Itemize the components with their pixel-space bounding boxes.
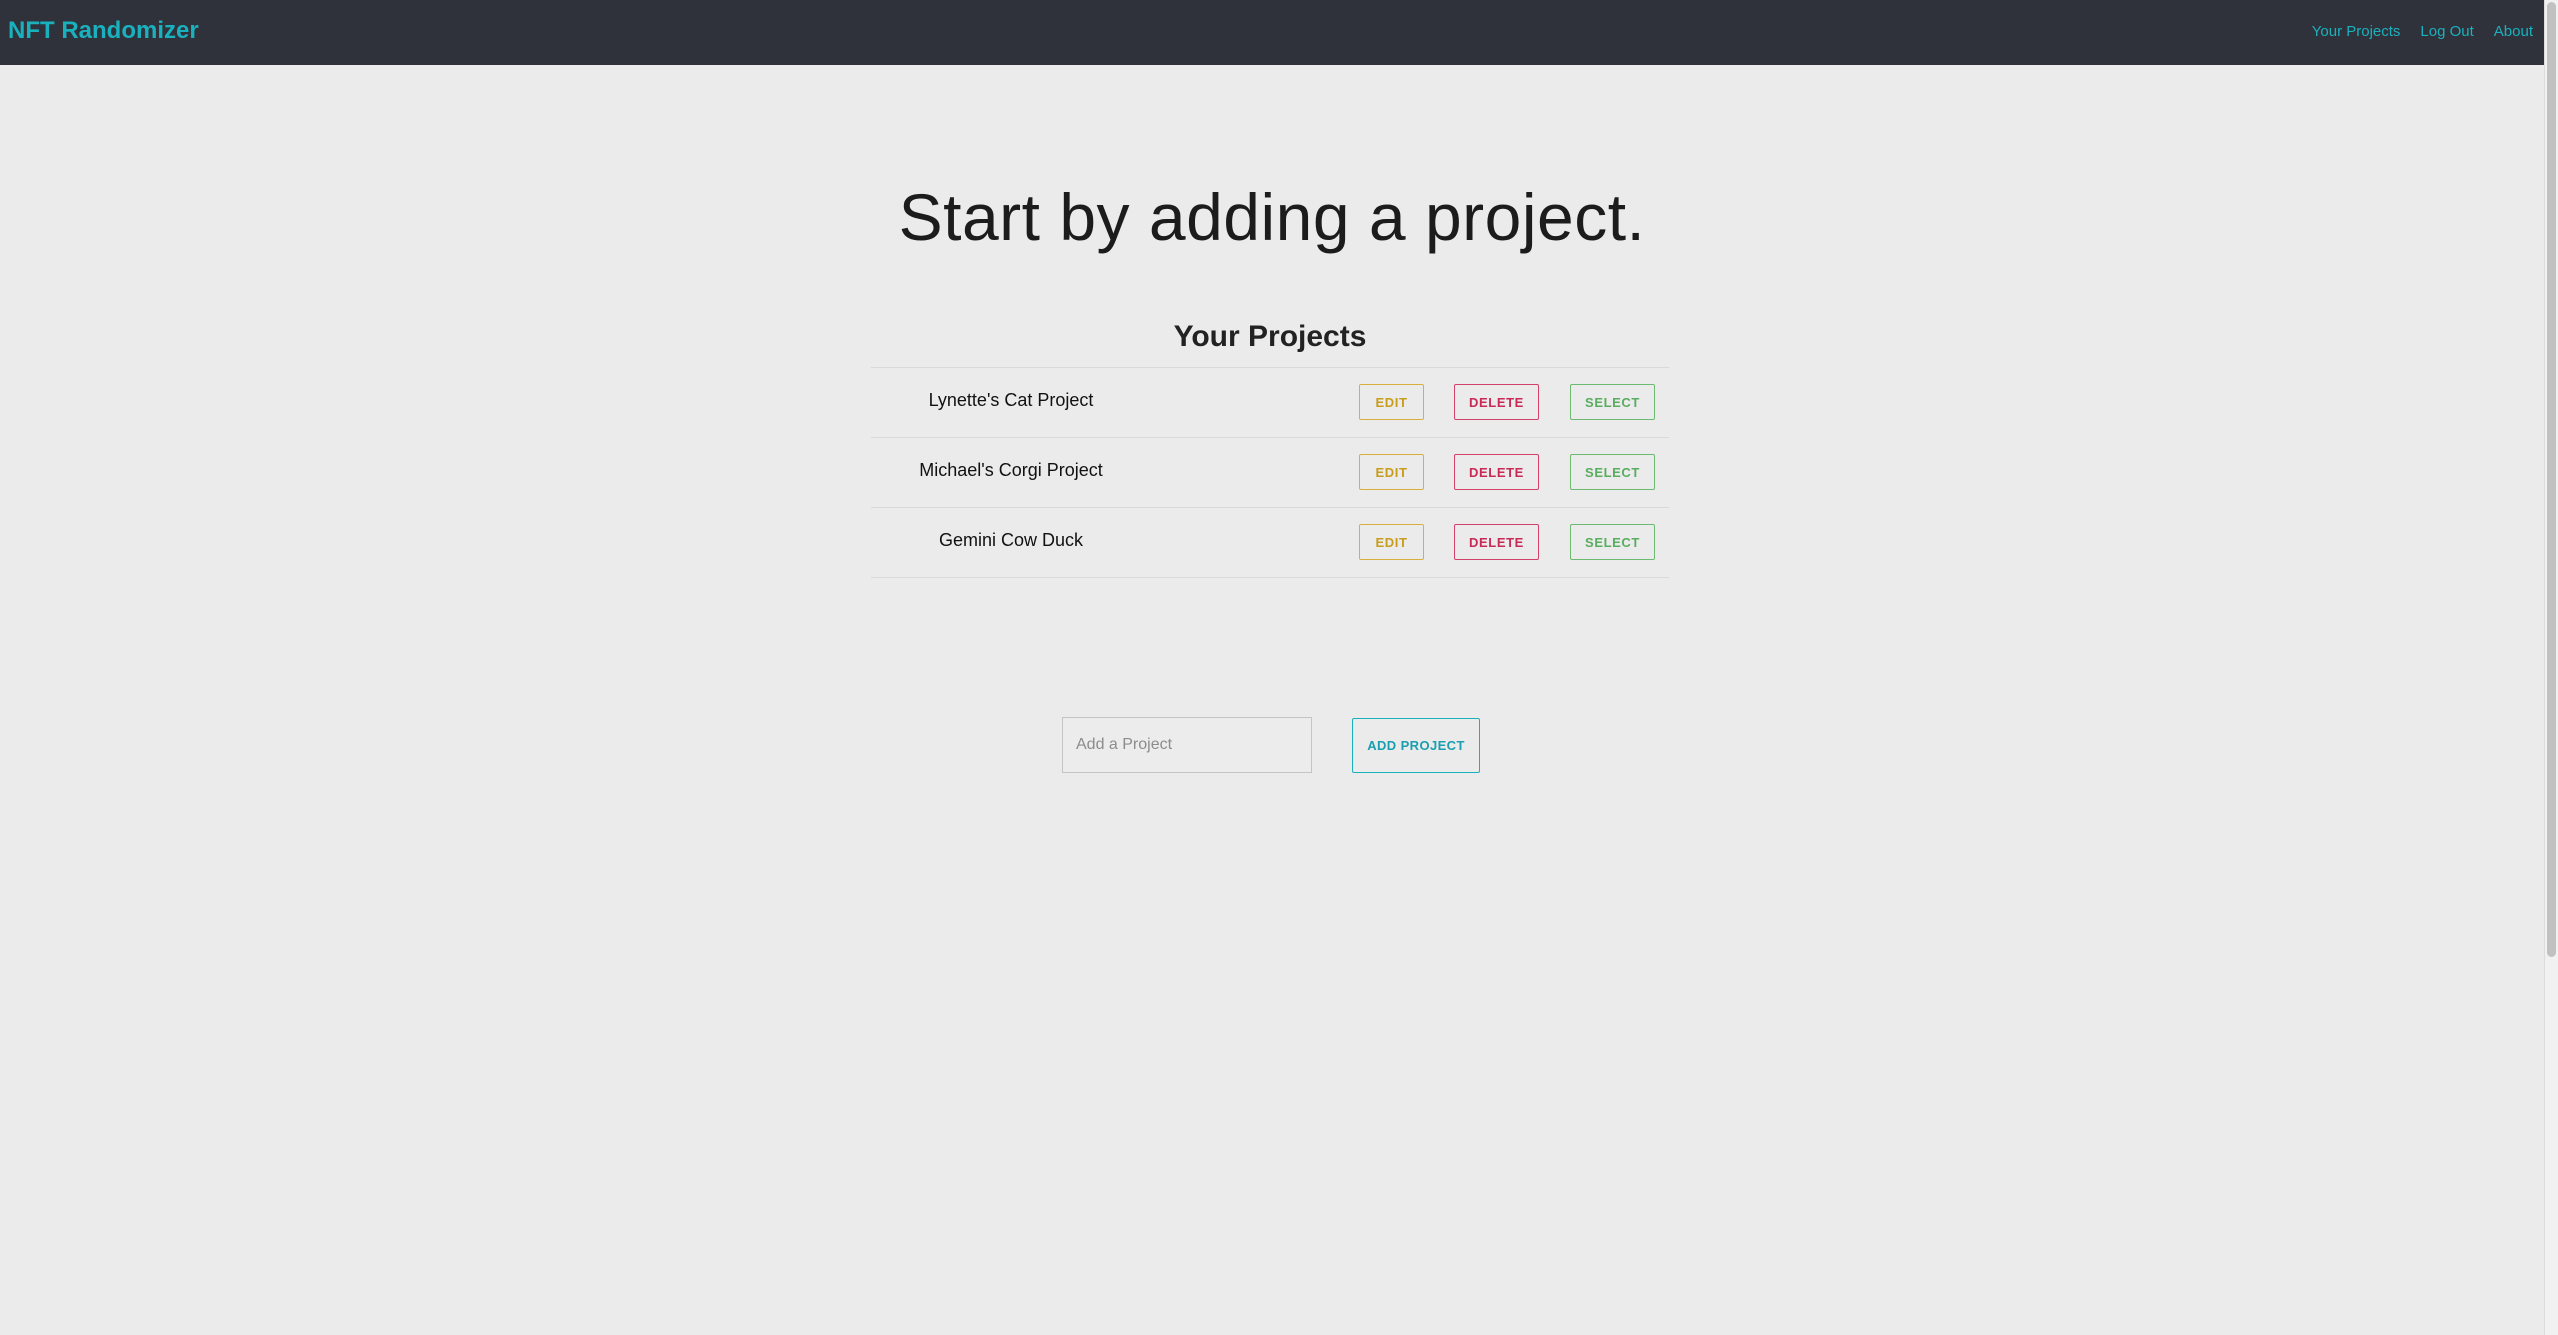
top-navbar: NFT Randomizer Your Projects Log Out Abo… [0,0,2544,65]
brand-logo-link[interactable]: NFT Randomizer [8,16,199,46]
select-button[interactable]: SELECT [1570,524,1655,560]
project-row: Gemini Cow Duck EDIT DELETE SELECT [871,507,1669,578]
delete-button[interactable]: DELETE [1454,524,1539,560]
project-name: Lynette's Cat Project [928,390,1094,410]
nav-link-log-out[interactable]: Log Out [2420,22,2473,42]
select-button[interactable]: SELECT [1570,384,1655,420]
edit-button[interactable]: EDIT [1359,384,1424,420]
nav-links: Your Projects Log Out About [2312,22,2533,42]
page: NFT Randomizer Your Projects Log Out Abo… [0,0,2558,1335]
add-project-button[interactable]: ADD PROJECT [1352,718,1480,773]
vertical-scrollbar[interactable] [2544,0,2558,1335]
nav-link-about[interactable]: About [2494,22,2533,42]
nav-link-your-projects[interactable]: Your Projects [2312,22,2401,42]
select-button[interactable]: SELECT [1570,454,1655,490]
project-name: Gemini Cow Duck [938,530,1084,550]
projects-heading: Your Projects [1173,320,1367,353]
edit-button[interactable]: EDIT [1359,454,1424,490]
delete-button[interactable]: DELETE [1454,384,1539,420]
project-row: Michael's Corgi Project EDIT DELETE SELE… [871,437,1669,507]
edit-button[interactable]: EDIT [1359,524,1424,560]
delete-button[interactable]: DELETE [1454,454,1539,490]
scrollbar-thumb[interactable] [2547,2,2556,957]
page-title: Start by adding a project. [898,180,1646,255]
projects-section: Your Projects Lynette's Cat Project EDIT… [871,315,1669,578]
add-project-input[interactable] [1062,717,1312,773]
project-row: Lynette's Cat Project EDIT DELETE SELECT [871,367,1669,437]
project-name: Michael's Corgi Project [919,460,1103,480]
